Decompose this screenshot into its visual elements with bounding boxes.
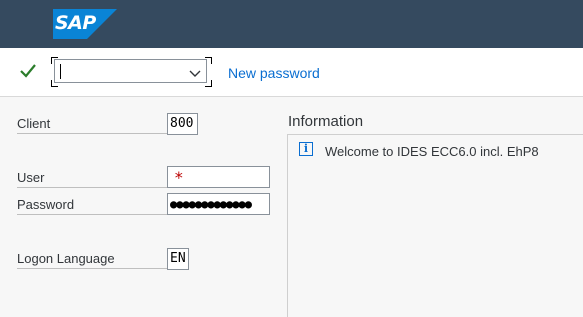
new-password-button[interactable]: New password (228, 65, 320, 81)
chevron-down-icon[interactable] (188, 66, 202, 77)
shell-header: SAP (0, 0, 583, 48)
password-masked-value: ●●●●●●●●●●●●● (170, 197, 252, 211)
client-label: Client (17, 114, 167, 134)
focus-indicator-bottom-right (205, 80, 212, 87)
password-input[interactable]: ●●●●●●●●●●●●● (167, 193, 270, 215)
user-input[interactable]: * (167, 166, 270, 188)
logon-language-input[interactable]: EN (167, 248, 189, 270)
focus-indicator-top-left (51, 57, 58, 64)
information-panel: i Welcome to IDES ECC6.0 incl. EhP8 (287, 134, 583, 317)
information-message: Welcome to IDES ECC6.0 incl. EhP8 (325, 144, 539, 159)
focus-indicator-top-right (205, 57, 212, 64)
sap-logo: SAP (53, 9, 117, 39)
info-icon: i (299, 142, 313, 156)
required-indicator: * (174, 168, 184, 187)
text-caret (60, 64, 61, 79)
sap-logo-text: SAP (55, 12, 96, 34)
password-label: Password (17, 195, 167, 215)
client-value: 800 (170, 116, 194, 131)
toolbar: New password (0, 48, 583, 97)
check-icon[interactable] (18, 62, 38, 80)
focus-indicator-bottom-left (51, 80, 58, 87)
command-field[interactable] (54, 59, 207, 83)
user-label: User (17, 168, 167, 188)
client-input[interactable]: 800 (167, 113, 198, 135)
logon-language-value: EN (170, 251, 186, 266)
logon-language-label: Logon Language (17, 249, 167, 269)
information-title: Information (288, 113, 364, 130)
